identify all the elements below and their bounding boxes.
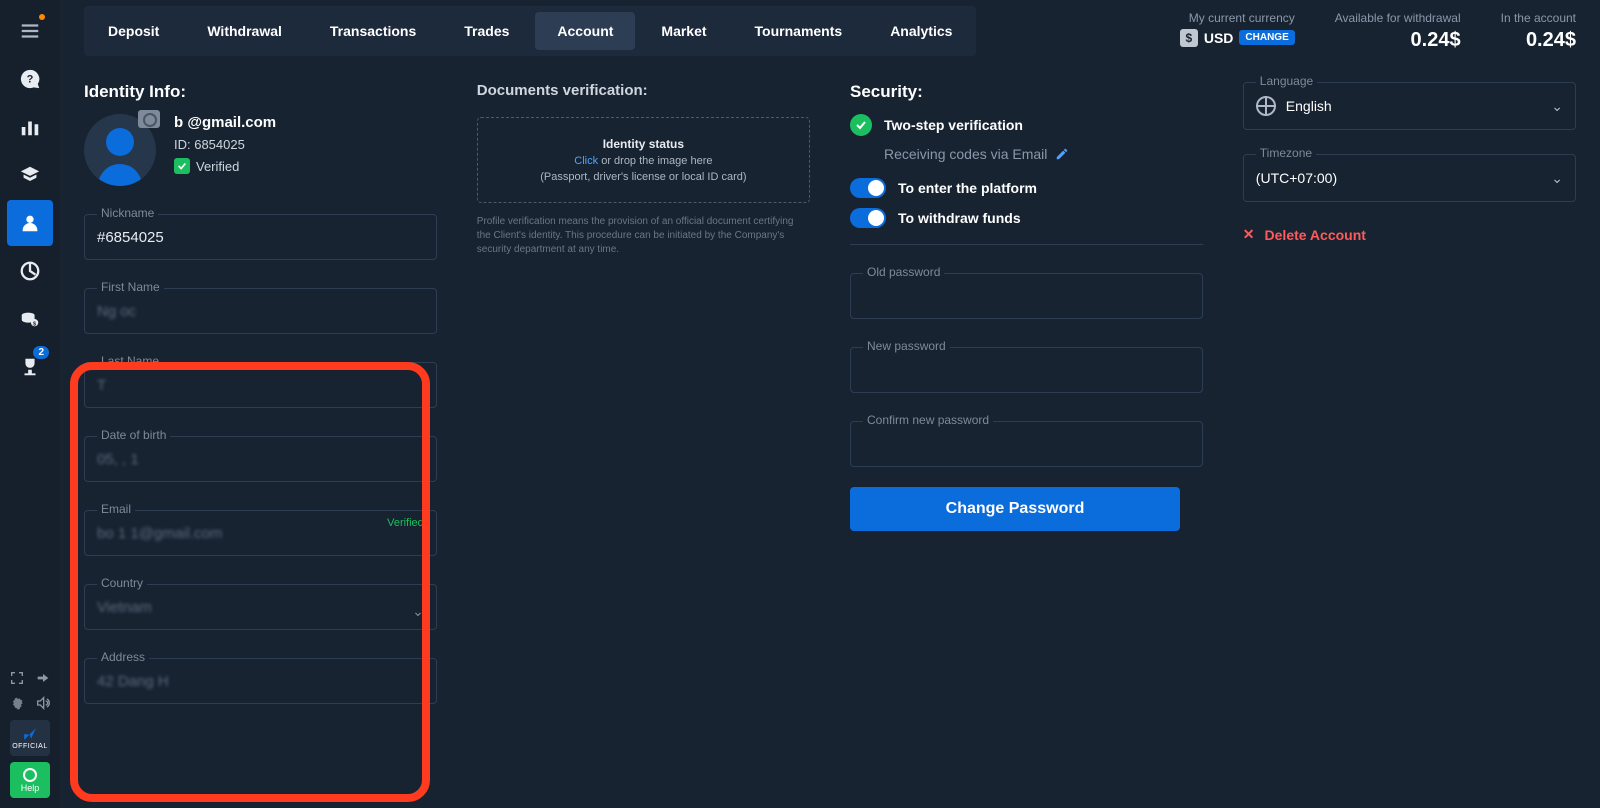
chevron-down-icon: ⌄ <box>1551 170 1563 187</box>
available-block: Available for withdrawal 0.24$ <box>1335 11 1461 52</box>
profile-id: ID: 6854025 <box>174 137 276 152</box>
shield-check-icon <box>174 158 190 174</box>
analytics-icon[interactable] <box>7 248 53 294</box>
tab-analytics[interactable]: Analytics <box>868 12 974 50</box>
arrow-icon[interactable] <box>35 670 51 689</box>
close-icon: ✕ <box>1243 226 1255 243</box>
verification-note: Profile verification means the provision… <box>477 215 810 257</box>
toggle-withdraw[interactable] <box>850 208 886 228</box>
chevron-down-icon: ⌄ <box>1551 98 1563 115</box>
confirm-password-field[interactable]: Confirm new password <box>850 421 1203 467</box>
camera-icon[interactable] <box>138 110 160 128</box>
security-column: Security: Two-step verification Receivin… <box>850 82 1203 788</box>
delete-account-button[interactable]: ✕ Delete Account <box>1243 226 1576 243</box>
education-icon[interactable] <box>7 152 53 198</box>
documents-column: Documents verification: Identity status … <box>477 82 810 788</box>
menu-icon[interactable] <box>7 8 53 54</box>
main-tabs: Deposit Withdrawal Transactions Trades A… <box>84 6 976 56</box>
identity-column: Identity Info: b @gmail.com ID: 6854025 <box>84 82 437 788</box>
help-button[interactable]: Help <box>10 762 50 798</box>
profile-email: b @gmail.com <box>174 114 276 131</box>
tournaments-icon[interactable]: 2 <box>7 344 53 390</box>
last-name-field[interactable]: Last Name T <box>84 362 437 408</box>
fullscreen-icon[interactable] <box>9 670 25 689</box>
sidebar: ? $ 2 OFFICIAL Help <box>0 0 60 808</box>
first-name-field[interactable]: First Name Ng oc <box>84 288 437 334</box>
timezone-select[interactable]: Timezone (UTC+07:00) ⌄ <box>1243 154 1576 202</box>
badge-count: 2 <box>33 346 49 359</box>
globe-icon <box>1256 96 1276 116</box>
money-icon[interactable]: $ <box>7 296 53 342</box>
change-password-button[interactable]: Change Password <box>850 487 1180 531</box>
security-title: Security: <box>850 82 1203 102</box>
old-password-field[interactable]: Old password <box>850 273 1203 319</box>
pencil-icon[interactable] <box>1055 147 1069 161</box>
dob-field[interactable]: Date of birth 05, , 1 <box>84 436 437 482</box>
tab-account[interactable]: Account <box>535 12 635 50</box>
tab-market[interactable]: Market <box>639 12 728 50</box>
tab-transactions[interactable]: Transactions <box>308 12 438 50</box>
chart-icon[interactable] <box>7 104 53 150</box>
email-field[interactable]: Email Verified bo 1 1@gmail.com <box>84 510 437 556</box>
check-icon <box>850 114 872 136</box>
support-icon[interactable]: ? <box>7 56 53 102</box>
currency-block: My current currency $ USD CHANGE <box>1180 11 1295 47</box>
dollar-icon: $ <box>1180 29 1198 47</box>
new-password-field[interactable]: New password <box>850 347 1203 393</box>
tab-tournaments[interactable]: Tournaments <box>733 12 865 50</box>
language-select[interactable]: Language English ⌄ <box>1243 82 1576 130</box>
upload-dropzone[interactable]: Identity status Click or drop the image … <box>477 117 810 203</box>
official-button[interactable]: OFFICIAL <box>10 720 50 756</box>
account-icon[interactable] <box>7 200 53 246</box>
tab-trades[interactable]: Trades <box>442 12 531 50</box>
identity-title: Identity Info: <box>84 82 437 102</box>
country-field[interactable]: Country Vietnam ⌄ <box>84 584 437 630</box>
address-field[interactable]: Address 42 Dang H <box>84 658 437 704</box>
documents-title: Documents verification: <box>477 82 810 99</box>
tab-deposit[interactable]: Deposit <box>86 12 181 50</box>
svg-text:?: ? <box>27 74 34 86</box>
gear-icon[interactable] <box>9 695 25 714</box>
chevron-down-icon: ⌄ <box>412 603 424 620</box>
balance-block: In the account 0.24$ <box>1501 11 1576 52</box>
change-currency-button[interactable]: CHANGE <box>1239 30 1294 45</box>
toggle-enter-platform[interactable] <box>850 178 886 198</box>
sound-icon[interactable] <box>35 695 51 714</box>
settings-column: Language English ⌄ Timezone (UTC+07:00) … <box>1243 82 1576 788</box>
svg-text:$: $ <box>33 321 36 327</box>
nickname-field[interactable]: Nickname #6854025 <box>84 214 437 260</box>
tab-withdrawal[interactable]: Withdrawal <box>185 12 304 50</box>
